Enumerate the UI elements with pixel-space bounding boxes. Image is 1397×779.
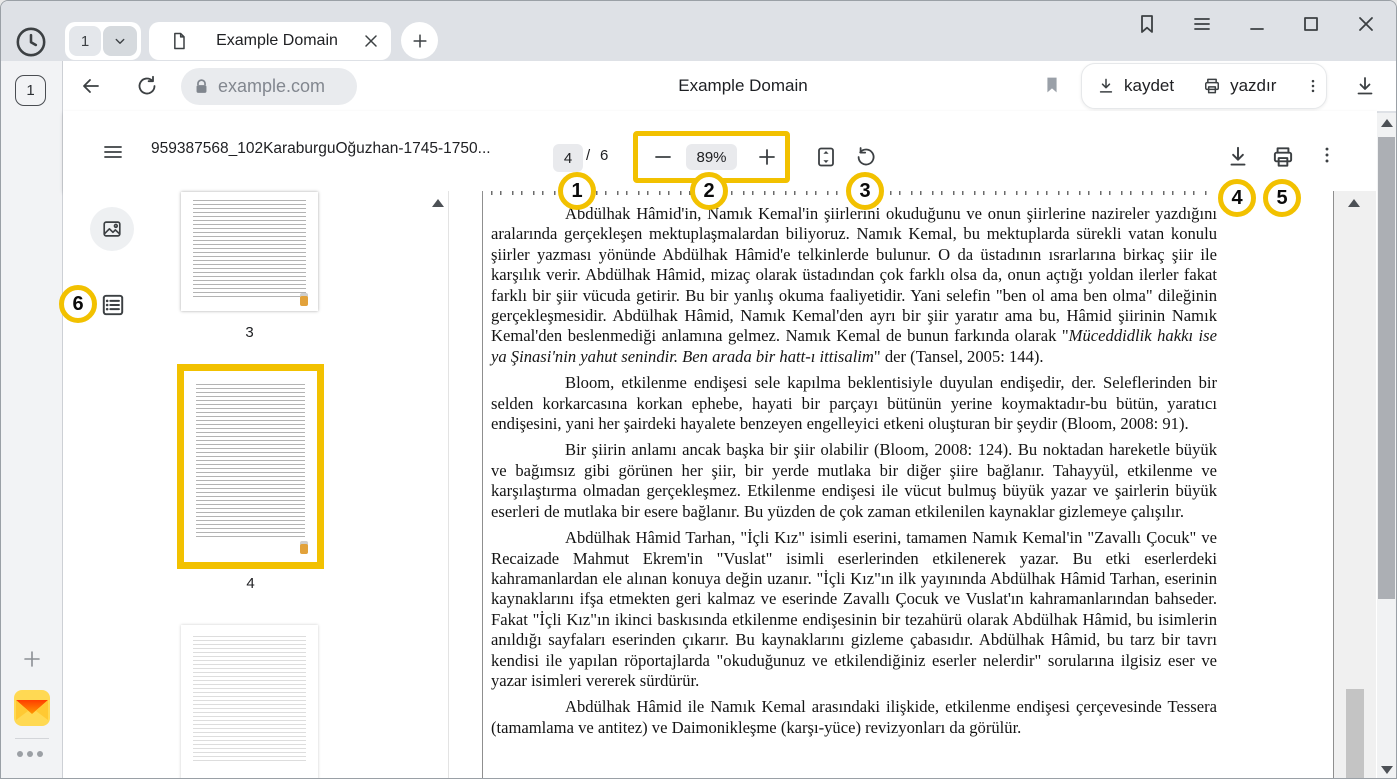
thumbnail-scroll-up-arrow[interactable] (432, 199, 444, 207)
downloads-button[interactable] (1353, 74, 1377, 98)
printer-icon (1202, 76, 1222, 96)
yandex-mail-icon[interactable] (14, 690, 50, 726)
pdf-scrollbar-thumb[interactable] (1346, 689, 1364, 779)
callout-5: 5 (1263, 179, 1301, 217)
lock-icon (193, 78, 210, 95)
pdf-menu-icon[interactable] (101, 140, 125, 164)
pdf-page: Abdülhak Hâmid'in, Namık Kemal'in şiirle… (484, 191, 1333, 779)
pdf-scroll-up-arrow[interactable] (1348, 199, 1360, 207)
thumbnail-text (193, 200, 305, 296)
back-button[interactable] (79, 74, 103, 98)
thumbnail-label-3: 3 (181, 324, 318, 341)
callout-4: 4 (1218, 179, 1256, 217)
tab-close-icon[interactable] (361, 31, 381, 51)
reload-button[interactable] (135, 74, 159, 98)
window-close-button[interactable] (1354, 12, 1378, 36)
page-scroll-down-arrow[interactable] (1381, 766, 1393, 774)
fit-to-page-button[interactable] (814, 145, 838, 169)
bookmark-icon[interactable] (1041, 74, 1063, 96)
thumbnails-view-button[interactable] (90, 207, 134, 251)
callout-6: 6 (59, 285, 97, 323)
callout-1: 1 (558, 172, 596, 210)
vertical-dots-icon (1304, 77, 1322, 95)
url-text: example.com (218, 76, 325, 97)
window-minimize-button[interactable] (1245, 12, 1269, 36)
page-title: Example Domain (463, 61, 1023, 111)
thumbnail-logo (300, 296, 308, 306)
paragraph-1: Abdülhak Hâmid'in, Namık Kemal'in şiirle… (491, 204, 1217, 367)
document-text: Abdülhak Hâmid'in, Namık Kemal'in şiirle… (491, 204, 1217, 744)
pdf-print-button[interactable] (1270, 144, 1296, 170)
pdf-actions-pill: kaydet yazdır (1081, 63, 1327, 109)
rotate-button[interactable] (854, 145, 878, 169)
save-button[interactable]: kaydet (1082, 64, 1188, 108)
browser-window: 1 Example Domain (0, 0, 1397, 779)
print-button[interactable]: yazdır (1188, 64, 1290, 108)
tab-title: Example Domain (197, 22, 357, 60)
thumbnail-page-3[interactable] (181, 192, 318, 311)
callout-2: 2 (690, 172, 728, 210)
page-separator: / (586, 147, 590, 164)
pdf-scrollbar[interactable] (1334, 191, 1376, 779)
browser-toolbar: example.com Example Domain kaydet yazdır (63, 61, 1397, 111)
page-doc-icon (169, 31, 189, 51)
thumbnail-label-4: 4 (182, 575, 319, 592)
page-total: 6 (600, 147, 608, 164)
save-button-label: kaydet (1124, 76, 1174, 96)
callout-3: 3 (846, 172, 884, 210)
paragraph-4: Abdülhak Hâmid Tarhan, "İçli Kız" isimli… (491, 528, 1217, 691)
window-maximize-button[interactable] (1299, 12, 1323, 36)
bookmark-flag-button[interactable] (1135, 12, 1159, 36)
tab-bar: 1 Example Domain (1, 1, 1396, 61)
paragraph-5: Abdülhak Hâmid ile Namık Kemal arasındak… (491, 697, 1217, 738)
chevron-down-icon (111, 32, 129, 50)
paragraph-2: Bloom, etkilenme endişesi sele kapılma b… (491, 373, 1217, 434)
browser-menu-button[interactable] (1190, 12, 1214, 36)
active-tab[interactable]: Example Domain (149, 22, 391, 60)
panel-divider (448, 191, 449, 779)
thumbnail-page-5[interactable] (181, 625, 318, 779)
address-bar[interactable]: example.com (181, 68, 357, 105)
highlight-rect-thumbnail-4 (177, 364, 324, 569)
tab-group-pill: 1 (65, 22, 141, 60)
actions-more-button[interactable] (1290, 64, 1336, 108)
pdf-filename: 959387568_102KaraburguOğuzhan-1745-1750.… (151, 140, 491, 158)
paragraph-3: Bir şiirin anlamı ancak başka bir şiir o… (491, 440, 1217, 522)
page-left-border (482, 191, 483, 779)
list-outline-icon (100, 292, 126, 318)
pdf-more-button[interactable] (1316, 144, 1338, 166)
tab-group-chevron-button[interactable] (103, 26, 137, 56)
sidebar-add-icon[interactable] (20, 647, 44, 671)
browser-side-rail: 1 (1, 61, 63, 779)
sidebar-tab-count-badge[interactable]: 1 (15, 75, 46, 106)
sidebar-more-dots[interactable] (17, 751, 47, 757)
sidebar-divider (15, 738, 49, 739)
image-icon (101, 218, 123, 240)
page-scrollbar-thumb[interactable] (1378, 137, 1395, 599)
history-clock-button[interactable] (14, 25, 48, 59)
print-button-label: yazdır (1230, 76, 1276, 96)
pdf-download-button[interactable] (1225, 144, 1251, 170)
page-scrollbar[interactable] (1377, 113, 1397, 779)
new-tab-button[interactable] (401, 22, 438, 59)
tab-group-count-badge[interactable]: 1 (69, 26, 101, 56)
page-number-input[interactable] (553, 144, 583, 172)
outline-view-button[interactable] (100, 292, 126, 318)
download-icon (1096, 76, 1116, 96)
page-scroll-up-arrow[interactable] (1381, 119, 1393, 127)
thumbnail-text (193, 636, 305, 762)
